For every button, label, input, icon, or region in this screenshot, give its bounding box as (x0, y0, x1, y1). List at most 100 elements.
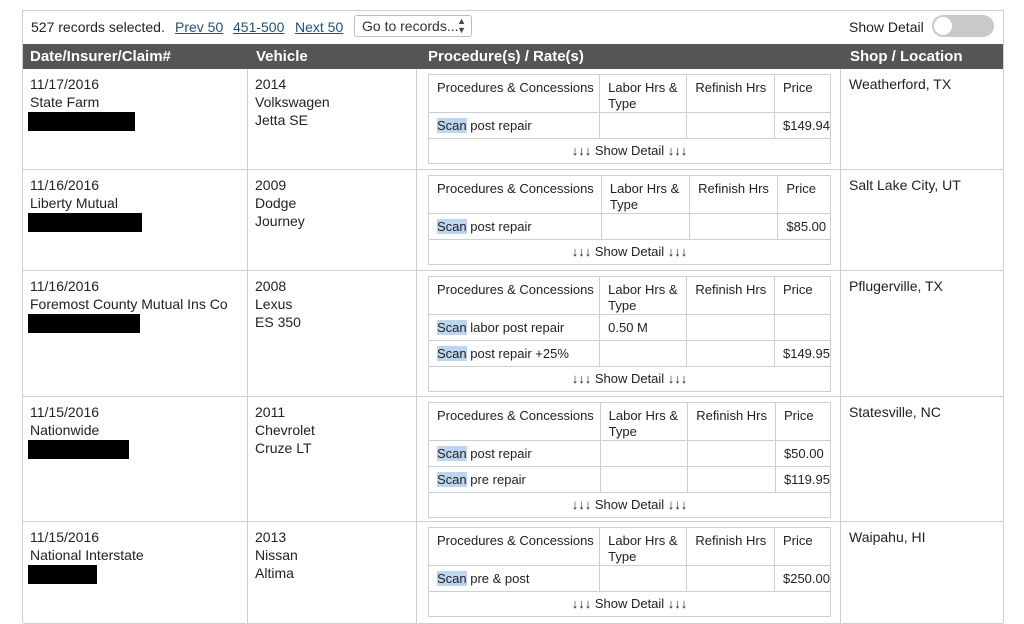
column-header[interactable]: Shop / Location (850, 48, 963, 65)
vehicle-line: 2009 (255, 177, 287, 193)
insurer-name: Foremost County Mutual Ins Co (30, 296, 228, 312)
procedure-price: $149.94 (774, 112, 830, 139)
procedure-row: Scan pre repair $119.95 (429, 466, 830, 493)
column-divider (247, 69, 248, 169)
vehicle-info: 2008 Lexus ES 350 (255, 277, 301, 331)
labor-hours (600, 466, 689, 493)
show-detail-link[interactable]: ↓↓↓ Show Detail ↓↓↓ (429, 240, 830, 264)
vehicle-line: Jetta SE (255, 112, 308, 128)
records-toolbar: 527 records selected. Prev 50 451-500 Ne… (23, 11, 1003, 44)
go-to-records-select[interactable]: Go to records... ▲ ▼ (354, 15, 472, 37)
prev-page-link[interactable]: Prev 50 (175, 19, 223, 35)
go-to-records-label: Go to records... (362, 18, 459, 34)
column-divider (840, 271, 841, 396)
refinish-hours (689, 213, 779, 240)
procedure-row: Scan pre & post $250.00 (429, 565, 830, 592)
show-detail-link[interactable]: ↓↓↓ Show Detail ↓↓↓ (429, 493, 830, 517)
procedure-row: Scan post repair +25% $149.95 (429, 340, 830, 367)
redacted-claim-number (28, 112, 135, 131)
claim-date: 11/15/2016 (30, 529, 100, 545)
insurer-name: Nationwide (30, 422, 100, 438)
vehicle-line: Chevrolet (255, 422, 315, 438)
show-detail-label: Show Detail (849, 19, 924, 35)
procedure-column-header: Procedures & Concessions (429, 528, 601, 566)
vehicle-line: Dodge (255, 195, 297, 211)
vehicle-line: Altima (255, 565, 294, 581)
search-highlight: Scan (437, 472, 467, 487)
refinish-hours (686, 565, 775, 592)
vehicle-info: 2013 Nissan Altima (255, 528, 298, 582)
procedure-column-header: Procedures & Concessions (429, 403, 601, 441)
search-highlight: Scan (437, 320, 467, 335)
vehicle-info: 2011 Chevrolet Cruze LT (255, 403, 315, 457)
procedure-column-header: Labor Hrs & Type (599, 277, 688, 315)
column-divider (840, 397, 841, 521)
procedures-table: Procedures & Concessions Labor Hrs & Type… (428, 74, 831, 164)
procedure-column-header: Labor Hrs & Type (599, 75, 688, 113)
column-divider (416, 271, 417, 396)
procedure-column-header: Refinish Hrs (686, 75, 775, 113)
procedures-table: Procedures & Concessions Labor Hrs & Type… (428, 527, 831, 617)
search-highlight: Scan (437, 446, 467, 461)
claim-date: 11/16/2016 (30, 177, 100, 193)
procedure-price: $119.95 (775, 466, 830, 493)
labor-hours (599, 565, 688, 592)
procedure-column-header: Refinish Hrs (687, 403, 776, 441)
vehicle-info: 2009 Dodge Journey (255, 176, 305, 230)
shop-location: Weatherford, TX (849, 76, 952, 92)
refinish-hours (687, 440, 776, 467)
redacted-claim-number (28, 213, 142, 232)
procedure-column-header: Procedures & Concessions (429, 75, 601, 113)
column-divider (416, 170, 417, 270)
procedure-row: Scan post repair $50.00 (429, 440, 830, 467)
column-header[interactable]: Procedure(s) / Rate(s) (428, 48, 584, 65)
vehicle-line: Journey (255, 213, 305, 229)
claim-date: 11/16/2016 (30, 278, 100, 294)
labor-hours (599, 340, 688, 367)
procedure-column-header: Price (777, 176, 830, 214)
procedure-name: Scan pre & post (429, 565, 601, 592)
refinish-hours (686, 314, 775, 341)
next-page-link[interactable]: Next 50 (295, 19, 343, 35)
procedure-name: Scan post repair (429, 112, 601, 139)
procedure-column-header: Refinish Hrs (686, 528, 775, 566)
show-detail-link[interactable]: ↓↓↓ Show Detail ↓↓↓ (429, 367, 830, 391)
show-detail-toggle[interactable] (932, 15, 994, 37)
column-divider (416, 522, 417, 623)
labor-hours: 0.50 M (599, 314, 688, 341)
current-range-link[interactable]: 451-500 (233, 19, 284, 35)
refinish-hours (687, 466, 776, 493)
vehicle-line: Cruze LT (255, 440, 312, 456)
vehicle-line: Lexus (255, 296, 293, 312)
procedure-row: Scan post repair $149.94 (429, 112, 830, 139)
refinish-hours (686, 340, 775, 367)
vehicle-line: 2008 (255, 278, 287, 294)
shop-location: Pflugerville, TX (849, 278, 943, 294)
table-row: 11/17/2016 State Farm 2014 Volkswagen Jetta … (23, 69, 1003, 170)
procedures-table: Procedures & Concessions Labor Hrs & Type… (428, 276, 831, 392)
claim-date: 11/15/2016 (30, 404, 100, 420)
procedure-column-header: Labor Hrs & Type (601, 176, 691, 214)
labor-hours (600, 440, 689, 467)
redacted-claim-number (28, 440, 129, 459)
column-header[interactable]: Date/Insurer/Claim# (30, 48, 171, 65)
show-detail-link[interactable]: ↓↓↓ Show Detail ↓↓↓ (429, 139, 830, 163)
procedure-price (774, 314, 830, 341)
search-highlight: Scan (437, 571, 467, 586)
insurer-name: National Interstate (30, 547, 144, 563)
column-divider (247, 397, 248, 521)
show-detail-link[interactable]: ↓↓↓ Show Detail ↓↓↓ (429, 592, 830, 616)
search-highlight: Scan (437, 118, 467, 133)
procedure-name: Scan pre repair (429, 466, 601, 493)
table-row: 11/15/2016 Nationwide 2011 Chevrolet Cruze L… (23, 397, 1003, 522)
column-divider (247, 522, 248, 623)
procedure-row: Scan labor post repair 0.50 M (429, 314, 830, 341)
column-header[interactable]: Vehicle (256, 48, 308, 65)
select-arrows-icon: ▲ ▼ (457, 16, 466, 35)
shop-location: Statesville, NC (849, 404, 941, 420)
procedure-name: Scan post repair (429, 440, 601, 467)
procedure-name: Scan post repair (429, 213, 602, 240)
insurer-name: Liberty Mutual (30, 195, 118, 211)
procedure-column-header: Labor Hrs & Type (599, 528, 688, 566)
shop-location: Waipahu, HI (849, 529, 926, 545)
